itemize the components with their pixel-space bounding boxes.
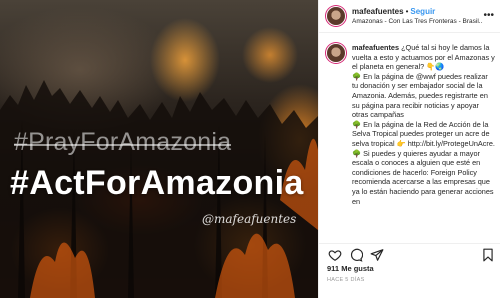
comment-icon[interactable] [348,248,363,263]
likes-count[interactable]: 911 Me gusta [327,264,374,273]
likes-label: Me gusta [341,264,374,273]
instagram-post: #PrayForAmazonia #ActForAmazonia @mafeaf… [0,0,500,298]
caption-avatar[interactable] [327,44,345,62]
separator-dot: • [405,6,409,16]
header-text: mafeafuentes • Seguir Amazonas - Con Las T… [352,7,483,26]
caption-paragraph: 🌳 En la página de la Red de Acción de la… [352,119,495,148]
post-header: mafeafuentes • Seguir Amazonas - Con Las T… [319,0,500,33]
caption-text: mafeafuentes ¿Qué tal si hoy le damos la… [352,43,495,243]
post-date[interactable]: HACE 5 DÍAS [327,277,365,283]
hashtag-act: #ActForAmazonia [10,164,304,202]
action-bar [319,243,500,263]
more-horizontal-icon[interactable]: ••• [483,11,494,21]
avatar[interactable] [327,7,345,25]
caption-paragraph: 🌳 Si puedes y quieres ayudar a mayor esc… [352,148,494,206]
caption-fade [319,229,500,243]
bookmark-icon[interactable] [480,248,495,263]
location-link[interactable]: Amazonas - Con Las Tres Fronteras - Bras… [352,17,483,26]
caption: mafeafuentes ¿Qué tal si hoy le damos la… [319,33,500,243]
post-image[interactable]: #PrayForAmazonia #ActForAmazonia @mafeaf… [0,0,318,298]
post-sidebar: mafeafuentes • Seguir Amazonas - Con Las T… [318,0,500,298]
heart-icon[interactable] [327,248,342,263]
image-watermark: @mafeafuentes [202,212,297,226]
hashtag-pray: #PrayForAmazonia [14,128,232,156]
caption-paragraph: 🌳 En la página de @wwf puedes realizar t… [352,71,488,120]
caption-username[interactable]: mafeafuentes [352,43,399,52]
header-username[interactable]: mafeafuentes [352,7,404,16]
share-icon[interactable] [369,248,384,263]
likes-number: 911 [327,264,340,273]
follow-button[interactable]: Seguir [410,7,435,16]
